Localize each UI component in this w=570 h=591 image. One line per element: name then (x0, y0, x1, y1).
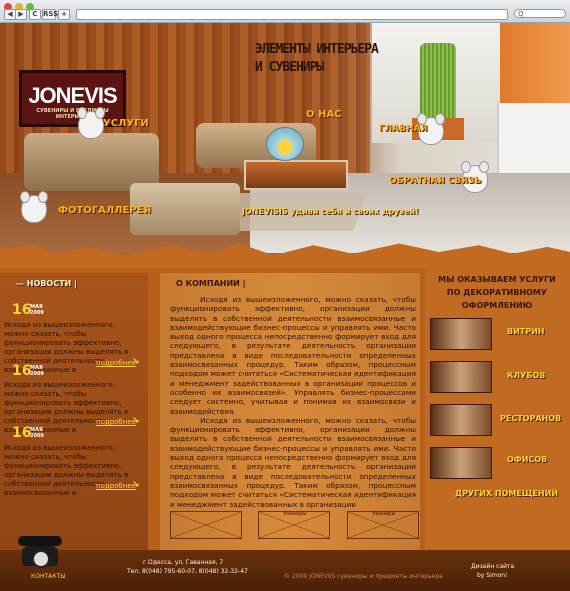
banner-slot[interactable]: баннеры (347, 511, 419, 539)
nav-feedback[interactable]: ОБРАТНАЯ СВЯЗЬ (389, 176, 481, 186)
news-more-link[interactable]: подробнее (96, 418, 136, 426)
news-more-link[interactable]: подробнее (96, 359, 136, 367)
mascot-gallery-icon (20, 191, 48, 223)
nav-services[interactable]: УСЛУГИ (103, 118, 149, 129)
footer-address: г.Одесса, ул. Гаванная, 7 (143, 559, 224, 566)
hero-slogan: JONEVISIS удиви себя и своих друзей! (242, 207, 419, 216)
services-heading: МЫ ОКАЗЫВАЕМ УСЛУГИ ПО ДЕКОРАТИВНОМУ ОФО… (438, 275, 556, 310)
about-paragraph: Исходя из вышеизложенного, можно сказать… (170, 415, 416, 509)
nav-about[interactable]: О НАС (306, 109, 341, 120)
banner-slot[interactable]: баннеры (258, 511, 330, 539)
footer-design-credit: Дизайн сайта (471, 563, 515, 570)
service-link-restaurants[interactable]: РЕСТОРАНОВ (500, 414, 561, 423)
banner-slot[interactable] (170, 511, 242, 539)
about-heading: О КОМПАНИИ | (176, 279, 246, 288)
search-field[interactable]: Q (514, 9, 566, 18)
footer-phones: Тел. 8(048) 795-60-07, 8(048) 32-32-47 (127, 568, 248, 575)
arrow-down-right-icon[interactable]: ↘ (132, 480, 140, 490)
webpage: JONEVIS СУВЕНИРЫ И ПРЕДМЕТЫ ИНТЕРЬЕРА ЭЛ… (0, 23, 570, 591)
logo-title: JONEVIS (28, 83, 117, 108)
arrow-down-right-icon[interactable]: ↘ (132, 416, 140, 426)
browser-toolbar: ◀ ▶ C RSS + Q (0, 0, 570, 23)
service-thumbnail[interactable] (430, 361, 492, 393)
about-text: Исходя из вышеизложенного, можно сказать… (170, 295, 416, 509)
footer-copyright: © 2009 JONEVIIS сувениры и предметы инте… (284, 573, 443, 580)
news-date: 16 МАЯ 2009 (12, 425, 44, 441)
header-tagline: ЭЛЕМЕНТЫ ИНТЕРЬЕРА И СУВЕНИРЫ (255, 42, 379, 75)
coffee-table (244, 160, 348, 190)
news-date: 16 МАЯ 2009 (12, 302, 44, 318)
reload-button[interactable]: C (29, 9, 41, 20)
news-more-link[interactable]: подробнее (96, 482, 136, 490)
service-link-vitrin[interactable]: ВИТРИН (507, 327, 545, 336)
service-thumbnail[interactable] (430, 447, 492, 479)
nav-home[interactable]: ГЛАВНАЯ (379, 124, 427, 134)
footer (0, 550, 570, 591)
service-link-clubs[interactable]: КЛУБОВ (507, 371, 545, 380)
address-bar[interactable] (76, 9, 508, 20)
service-link-offices[interactable]: ОФИСОВ (507, 455, 547, 464)
fishbowl-icon (266, 127, 304, 161)
plant-decoration (420, 43, 456, 123)
nav-gallery[interactable]: ФОТОГАЛЛЕРЕЯ (58, 205, 151, 216)
arrow-down-right-icon[interactable]: ↘ (132, 357, 140, 367)
telephone-icon (18, 530, 62, 570)
rss-button[interactable]: RSS (42, 9, 58, 20)
news-date: 16 МАЯ 2009 (12, 363, 44, 379)
footer-contacts-link[interactable]: КОНТАКТЫ (31, 573, 65, 580)
service-thumbnail[interactable] (430, 404, 492, 436)
footer-design-author[interactable]: by Simon! (477, 572, 507, 579)
about-paragraph: Исходя из вышеизложенного, можно сказать… (170, 295, 416, 416)
mascot-services-icon (77, 107, 105, 139)
service-thumbnail[interactable] (430, 318, 492, 350)
forward-button[interactable]: ▶ (15, 9, 27, 20)
service-link-other[interactable]: ДРУГИХ ПОМЕЩЕНИЙ (455, 489, 558, 498)
news-heading: — НОВОСТИ | (16, 279, 77, 288)
add-bookmark-button[interactable]: + (58, 9, 70, 20)
